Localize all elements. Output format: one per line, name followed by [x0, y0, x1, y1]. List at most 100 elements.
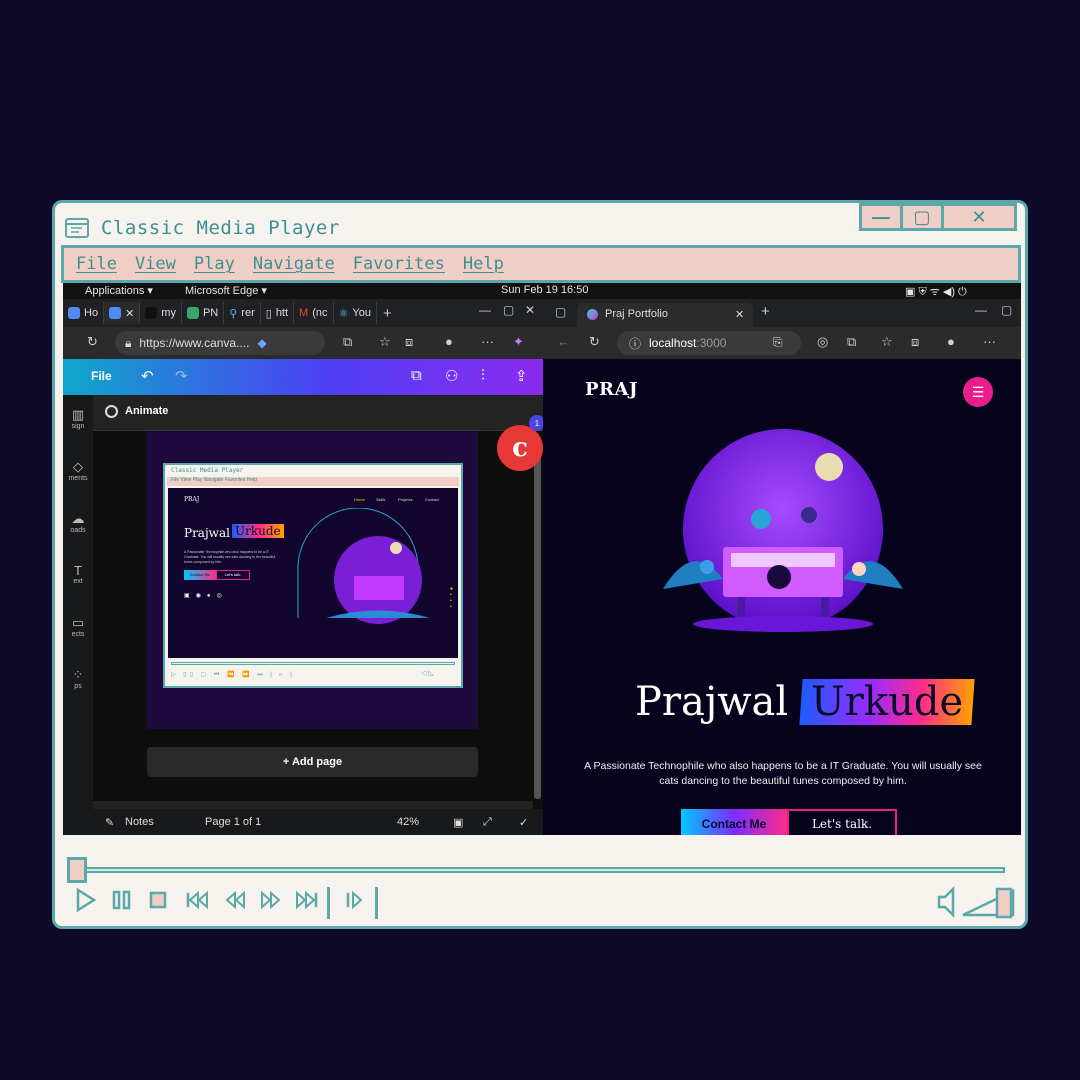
maximize-button[interactable]: ▢	[900, 203, 944, 231]
tab[interactable]: PN	[182, 302, 225, 324]
restore-icon[interactable]: ▢	[1001, 303, 1012, 317]
extensions-icon[interactable]: ⧉	[847, 334, 856, 350]
rail-uploads[interactable]: ☁ oads	[63, 511, 93, 534]
tab[interactable]: ⚲ rer	[224, 302, 261, 324]
new-tab-button[interactable]: +	[761, 303, 770, 320]
redo-icon[interactable]: ↷	[175, 367, 188, 385]
minimize-button[interactable]: —	[859, 203, 903, 231]
seek-bar[interactable]	[75, 867, 1005, 873]
menu-play[interactable]: Play	[194, 254, 235, 274]
fullscreen-icon[interactable]: ⤢	[483, 816, 492, 829]
insights-icon[interactable]: ⫶	[481, 367, 485, 384]
lets-talk-button[interactable]: Let's talk.	[787, 809, 897, 835]
volume-control[interactable]	[935, 885, 1019, 919]
reload-icon[interactable]: ↻	[87, 334, 98, 350]
minimize-icon[interactable]: —	[975, 303, 987, 317]
extensions-icon[interactable]: ⧉	[343, 334, 352, 350]
notes-button[interactable]: Notes	[125, 816, 154, 828]
rail-apps[interactable]: ⁘ ps	[63, 667, 93, 690]
extension-icon[interactable]: ◆	[257, 336, 266, 350]
zoom-level[interactable]: 42%	[397, 816, 419, 828]
rail-text[interactable]: Text	[63, 563, 93, 585]
tab-strip: Ho ✕ my PN ⚲ rer ▯ htt M (nc ⚛ You + — ▢ ✕	[63, 299, 543, 327]
rail-projects[interactable]: ▭ ects	[63, 615, 93, 638]
menu-view[interactable]: View	[135, 254, 176, 274]
profile-icon[interactable]: ●	[445, 334, 453, 349]
address-bar[interactable]: 🔒︎ https://www.canva.... ◆	[115, 331, 325, 355]
play-icon[interactable]	[75, 887, 97, 913]
menu-favorites[interactable]: Favorites	[353, 254, 445, 274]
mini-brand: PRAJ	[184, 496, 200, 503]
pause-icon[interactable]	[111, 887, 133, 913]
tab-praj-portfolio[interactable]: Praj Portfolio ✕	[577, 303, 753, 327]
copilot-icon[interactable]: ✦	[513, 334, 524, 350]
minimize-icon[interactable]: —	[479, 303, 491, 317]
reload-icon[interactable]: ↻	[589, 334, 600, 350]
tray-icons[interactable]: ▣ ⛨ ᯤ ◀) ⏻	[905, 284, 967, 299]
restore-icon[interactable]: ▢	[503, 303, 514, 317]
tab[interactable]: my	[140, 302, 182, 324]
menu-file[interactable]: File	[76, 254, 117, 274]
more-icon[interactable]: ···	[983, 334, 996, 349]
profile-icon[interactable]: ●	[947, 334, 955, 349]
vertical-scrollbar[interactable]	[534, 455, 541, 799]
active-app-menu[interactable]: Microsoft Edge ▾	[185, 284, 267, 297]
read-aloud-icon[interactable]: ⎘	[773, 335, 783, 350]
stop-icon[interactable]	[147, 887, 169, 913]
animate-bar: Animate	[93, 395, 543, 431]
horizontal-scrollbar[interactable]	[93, 801, 533, 809]
contact-me-button[interactable]: Contact Me	[681, 809, 787, 835]
png-favicon-icon	[186, 307, 199, 319]
close-tab-icon[interactable]: ✕	[125, 307, 134, 320]
animate-button[interactable]: Animate	[125, 405, 168, 417]
address-bar[interactable]: ⓘ localhost:3000 ⎘	[617, 331, 801, 355]
back-icon[interactable]: ←	[557, 334, 570, 349]
notes-icon[interactable]: ✎	[105, 816, 114, 829]
tab-actions-icon[interactable]: ▢	[555, 305, 566, 319]
close-button[interactable]: ✕	[941, 203, 1017, 231]
skip-forward-icon[interactable]	[295, 887, 319, 913]
tab[interactable]: ▯ htt	[261, 302, 295, 324]
clock[interactable]: Sun Feb 19 16:50	[501, 284, 588, 296]
skip-back-icon[interactable]	[185, 887, 209, 913]
seek-handle[interactable]	[67, 857, 87, 883]
menu-help[interactable]: Help	[463, 254, 504, 274]
site-brand[interactable]: PRAJ	[585, 379, 638, 400]
close-window-icon[interactable]: ✕	[525, 303, 535, 317]
page-view-icon[interactable]: ▣	[453, 816, 463, 829]
tab[interactable]: ⚛ You	[334, 302, 377, 324]
fast-forward-icon[interactable]	[259, 887, 283, 913]
close-tab-icon[interactable]: ✕	[735, 308, 744, 321]
frame-step-icon[interactable]	[343, 887, 365, 913]
menu-hamburger-icon[interactable]: ☰	[963, 377, 993, 407]
rewind-icon[interactable]	[223, 887, 247, 913]
favorites-icon[interactable]: ☆	[881, 334, 893, 350]
url-host: localhost	[649, 336, 697, 350]
volume-handle[interactable]	[995, 887, 1013, 919]
rail-design[interactable]: ▥ sign	[63, 407, 93, 430]
tracking-icon[interactable]: ◎	[817, 334, 828, 350]
menu-bar: File View Play Navigate Favorites Help	[61, 245, 1021, 283]
collections-icon[interactable]: ⧈	[911, 334, 919, 350]
menu-navigate[interactable]: Navigate	[253, 254, 335, 274]
speaker-icon[interactable]	[937, 885, 955, 919]
more-icon[interactable]: ···	[481, 334, 494, 349]
collections-icon[interactable]: ⧈	[405, 334, 413, 350]
favorites-icon[interactable]: ☆	[379, 334, 391, 350]
resize-icon[interactable]: ⧉	[411, 367, 422, 384]
file-menu[interactable]: File	[91, 369, 112, 383]
new-tab-button[interactable]: +	[383, 305, 392, 322]
add-page-button[interactable]: + Add page	[147, 747, 478, 777]
tab[interactable]: Ho	[63, 302, 105, 324]
check-icon[interactable]: ✓	[519, 816, 528, 829]
upload-icon[interactable]: ⇪	[515, 367, 528, 385]
canva-assistant-button[interactable]: c	[497, 425, 543, 471]
share-people-icon[interactable]: ⚇	[445, 367, 458, 385]
apps-icon: ⁘	[72, 667, 84, 682]
tab[interactable]: M (nc	[294, 302, 334, 324]
rail-elements[interactable]: ◇ ments	[63, 459, 93, 482]
design-page[interactable]: Classic Media Player File View Play Navi…	[147, 431, 478, 729]
undo-icon[interactable]: ↶	[141, 367, 154, 385]
tab-active[interactable]: ✕	[104, 302, 141, 324]
applications-menu[interactable]: Applications ▾	[85, 284, 153, 297]
